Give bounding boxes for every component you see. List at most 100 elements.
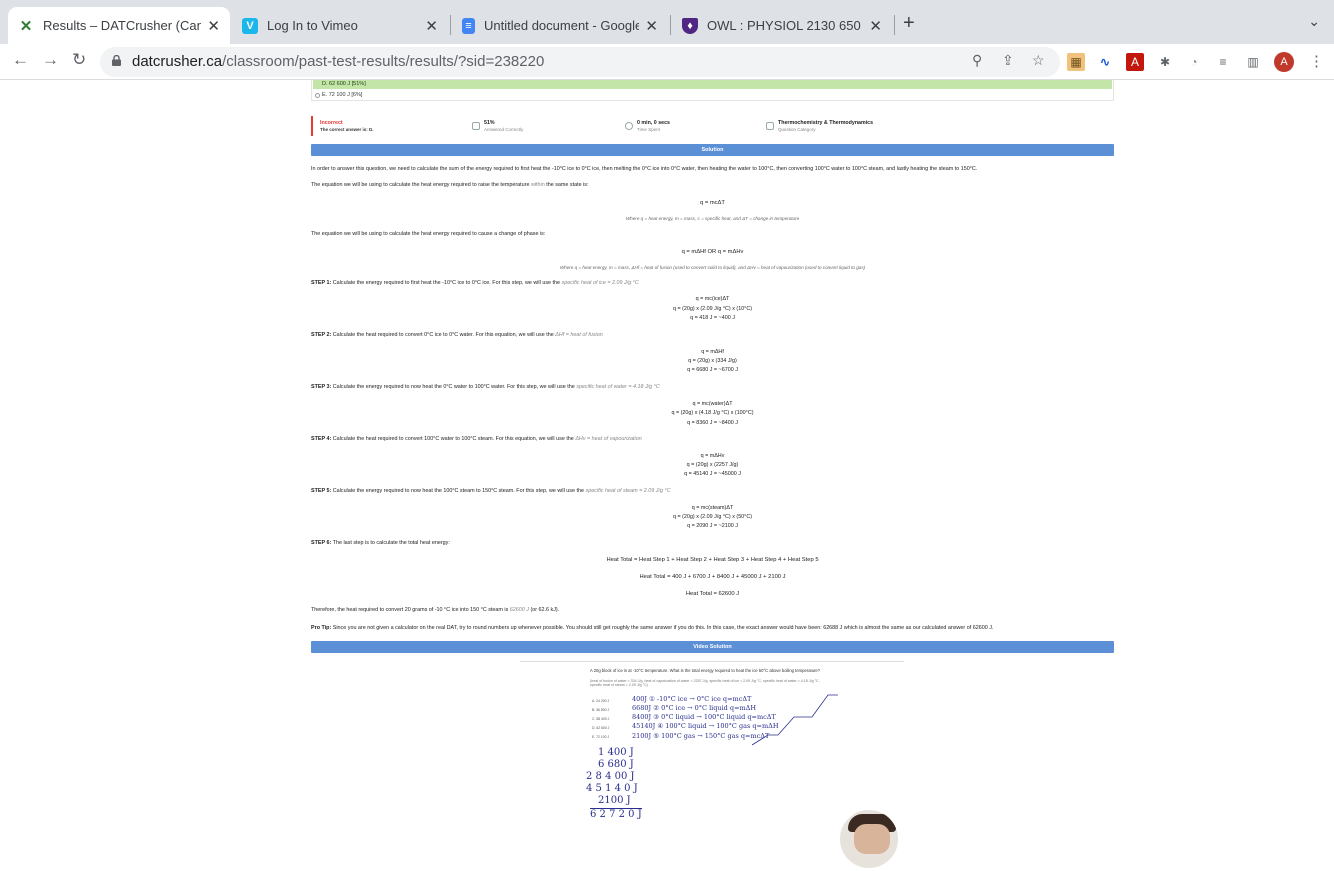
calculator-extension-icon[interactable]: ▦	[1067, 53, 1085, 71]
forward-arrow-icon[interactable]: →	[42, 50, 59, 70]
conclusion-text-end: (or 62.6 kJ).	[528, 607, 560, 613]
time-stat: 0 min, 0 secs Time Spent	[637, 120, 670, 132]
address-bar[interactable]: datcrusher.ca/classroom/past-test-result…	[100, 47, 1060, 77]
step2-label: STEP 2:	[311, 332, 332, 338]
step4-eq: q = mΔHv	[700, 453, 725, 459]
zoom-icon[interactable]: ⚲	[972, 52, 982, 69]
tab-title: Untitled document - Google Do	[484, 18, 640, 33]
tab-title: Log In to Vimeo	[267, 18, 358, 33]
speed-extension-icon[interactable]: ◔	[1185, 53, 1203, 71]
tab-datcrusher[interactable]: ✕ Results – DATCrusher (Canada ✕	[8, 7, 230, 44]
step6-label: STEP 6:	[311, 540, 332, 546]
step5-eq: q = (20g) x (2.09 J/g °C) x (50°C)	[672, 514, 753, 520]
profile-avatar[interactable]: A	[1274, 52, 1294, 72]
new-tab-plus-icon[interactable]: +	[903, 12, 915, 35]
browser-menu-icon[interactable]: ⋮	[1309, 52, 1324, 70]
reload-icon[interactable]: ↻	[72, 50, 86, 70]
tab-title: Results – DATCrusher (Canada	[43, 18, 202, 33]
status-text: Incorrect	[320, 120, 343, 126]
bookmark-star-icon[interactable]: ☆	[1032, 52, 1045, 69]
category-stat: Thermochemistry & Thermodynamics Questio…	[778, 120, 873, 132]
datcrusher-x-icon: ✕	[19, 17, 33, 35]
video-option: C. 58 400 J	[592, 717, 610, 721]
total-eq3: Heat Total = 62600 J	[685, 591, 740, 597]
step5-eq: q = mc(steam)ΔT	[691, 505, 734, 511]
step2-text: STEP 2: Calculate the heat required to c…	[311, 332, 603, 338]
pro-tip: Pro Tip: Since you are not given a calcu…	[311, 625, 993, 631]
conclusion-text: Therefore, the heat required to convert …	[311, 607, 510, 613]
radio-icon	[315, 92, 320, 98]
percent-value: 51%	[484, 120, 495, 126]
step3-label: STEP 3:	[311, 384, 332, 390]
step5-label: STEP 5:	[311, 488, 332, 494]
reading-list-icon[interactable]: ≡	[1214, 53, 1232, 71]
tab-title: OWL : PHYSIOL 2130 650 SU2	[707, 18, 863, 33]
step4-eq: q = 45140 J = ~45000 J	[684, 471, 741, 477]
step2-eq: q = (20g) x (334 J/g)	[688, 358, 737, 364]
step2-highlight: ΔHf = heat of fusion	[555, 332, 603, 338]
percent-stat: 51% Answered Correctly	[484, 120, 523, 132]
step1-text: STEP 1: Calculate the energy required to…	[311, 280, 639, 286]
back-arrow-icon[interactable]: ←	[12, 50, 29, 70]
tab-search-chevron-icon[interactable]: ⌄	[1308, 13, 1320, 30]
close-tab-icon[interactable]: ✕	[425, 17, 438, 35]
step3-eq: q = (20g) x (4.18 J/g °C) x (100°C)	[671, 410, 754, 416]
url-host: datcrusher.ca	[132, 53, 223, 70]
tab-owl[interactable]: ♦ OWL : PHYSIOL 2130 650 SU2 ✕	[672, 7, 892, 44]
step5-eq: q = 2090 J = ~2100 J	[687, 523, 738, 529]
browser-toolbar: ← → ↻ datcrusher.ca/classroom/past-test-…	[0, 44, 1334, 80]
answer-option-d[interactable]: D. 62 600 J [51%]	[313, 80, 1112, 89]
close-tab-icon[interactable]: ✕	[869, 17, 882, 35]
result-stats: Incorrect The correct answer is: D. 51% …	[311, 116, 1114, 136]
eq2-note: Where q = heat energy, m = mass, ΔHf = h…	[559, 265, 866, 270]
time-label: Time Spent	[637, 127, 660, 132]
step1-eq: q = mc(ice)ΔT	[695, 296, 730, 302]
google-docs-icon: ≡	[462, 17, 475, 34]
step4-body: Calculate the heat required to convert 1…	[331, 436, 576, 442]
pro-tip-body: Since you are not given a calculator on …	[331, 625, 994, 631]
heating-curve-sketch	[751, 694, 838, 746]
video-solution-header: Video Solution	[311, 641, 1114, 653]
presenter-face	[854, 824, 890, 854]
video-option: A. 24 200 J	[592, 699, 610, 703]
handwritten-sum: 2 8 4 00 J	[586, 771, 635, 782]
page-content: D. 62 600 J [51%] E. 72 100 J [6%] Incor…	[0, 80, 1334, 834]
step4-eq: q = (20g) x (2257 J/g)	[686, 462, 739, 468]
step1-eq: q = 418 J = ~400 J	[690, 315, 735, 321]
step4-highlight: ΔHv = heat of vapourization	[575, 436, 642, 442]
step3-highlight: specific heat of water = 4.18 J/g °C	[576, 384, 660, 390]
wave-extension-icon[interactable]: ∿	[1096, 53, 1114, 71]
presenter-webcam	[837, 807, 901, 871]
step1-highlight: specific heat of ice = 2.09 J/g °C	[561, 280, 639, 286]
tab-google-docs[interactable]: ≡ Untitled document - Google Do ✕	[452, 7, 668, 44]
step6-text: STEP 6: The last step is to calculate th…	[311, 540, 450, 546]
result-status: Incorrect The correct answer is: D.	[320, 120, 374, 132]
answer-option-e[interactable]: E. 72 100 J [6%]	[315, 92, 362, 98]
total-eq2: Heat Total = 400 J + 6700 J + 8400 J + 4…	[639, 574, 786, 580]
share-icon[interactable]: ⇪	[1002, 52, 1014, 69]
close-tab-icon[interactable]: ✕	[645, 17, 658, 35]
eq1-note: Where q = heat energy, m = mass, c = spe…	[625, 216, 800, 221]
pro-tip-label: Pro Tip:	[311, 625, 332, 631]
puzzle-extensions-icon[interactable]: ✱	[1156, 53, 1174, 71]
tab-divider	[450, 15, 451, 35]
handwritten-sum: 1 400 J	[598, 747, 634, 758]
step5-body: Calculate the energy required to now hea…	[331, 488, 586, 494]
side-panel-icon[interactable]: ▥	[1244, 53, 1262, 71]
solution-header: Solution	[311, 144, 1114, 156]
tab-vimeo[interactable]: V Log In to Vimeo ✕	[232, 7, 448, 44]
clock-icon	[625, 122, 633, 130]
close-tab-icon[interactable]: ✕	[207, 17, 220, 35]
url-text: datcrusher.ca/classroom/past-test-result…	[132, 53, 544, 70]
step4-text: STEP 4: Calculate the heat required to c…	[311, 436, 642, 442]
category-label: Question Category	[778, 127, 816, 132]
video-player[interactable]: A 20g block of ice is at -10°C temperatu…	[520, 661, 904, 834]
eq1-intro-text: The equation we will be using to calcula…	[311, 182, 531, 188]
answer-option-e-label: E. 72 100 J [6%]	[322, 92, 363, 98]
percent-label: Answered Correctly	[484, 127, 524, 132]
video-given-values: (heat of fusion of water = 334 J/g, heat…	[590, 679, 820, 687]
video-option: E. 72 100 J	[592, 735, 610, 739]
handwritten-step: 2100J ⑤ 100°C gas → 150°C gas q=mcΔT	[632, 732, 770, 740]
handwritten-sum: 4 5 1 4 0 J	[586, 783, 638, 794]
pdf-extension-icon[interactable]: A	[1126, 53, 1144, 71]
